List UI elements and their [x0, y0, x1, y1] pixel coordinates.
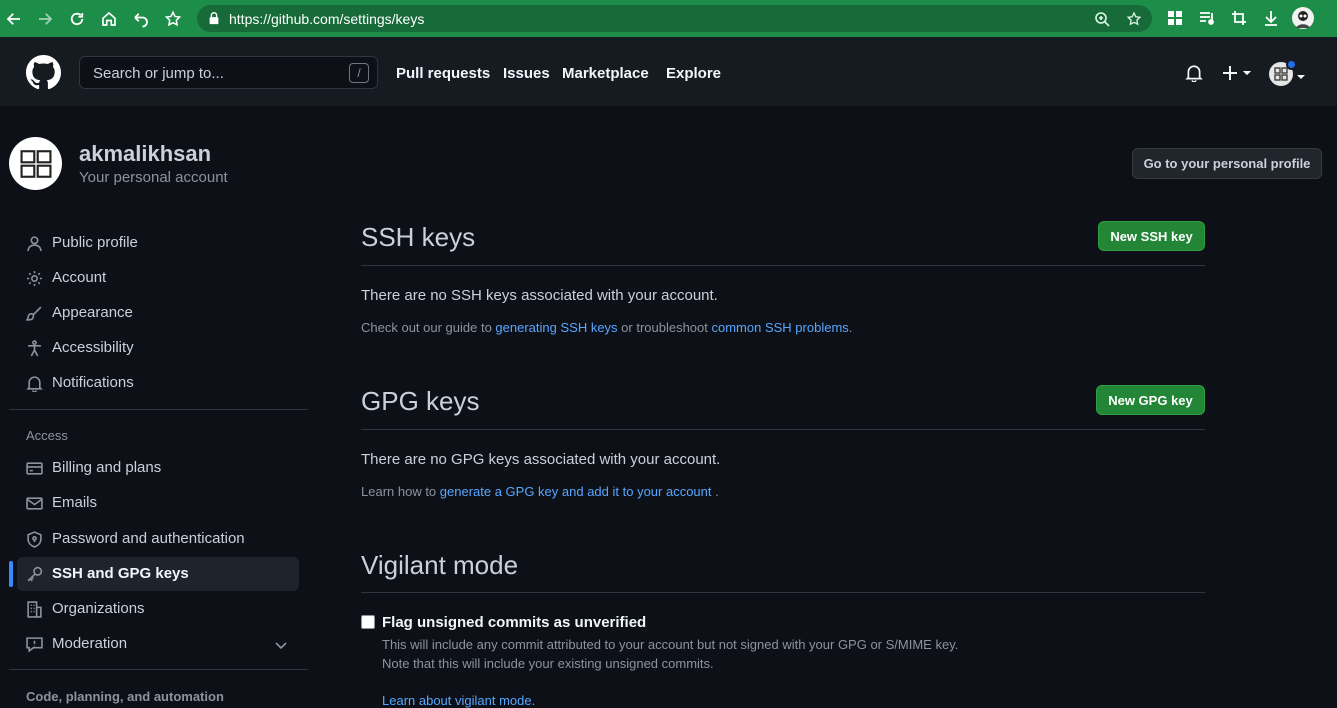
key-icon: [26, 566, 43, 583]
browser-toolbar: https://github.com/settings/keys: [0, 0, 1337, 37]
common-ssh-problems-link[interactable]: common SSH problems: [712, 320, 849, 335]
sidebar-item-moderation[interactable]: Moderation: [17, 627, 299, 661]
sidebar-item-organizations[interactable]: Organizations: [17, 592, 299, 626]
section-divider: [361, 429, 1205, 430]
sidebar-heading-access: Access: [26, 428, 68, 443]
sidebar-heading-code-planning: Code, planning, and automation: [26, 689, 224, 704]
go-to-profile-button[interactable]: Go to your personal profile: [1132, 148, 1322, 179]
active-indicator: [9, 561, 13, 587]
ssh-note-prefix: Check out our guide to: [361, 320, 496, 335]
create-new-icon[interactable]: [1222, 63, 1254, 83]
ssh-note-middle: or troubleshoot: [617, 320, 712, 335]
gpg-note-prefix: Learn how to: [361, 484, 440, 499]
download-icon[interactable]: [1263, 10, 1279, 26]
new-ssh-key-button[interactable]: New SSH key: [1098, 221, 1205, 251]
sidebar-divider: [9, 669, 308, 670]
report-icon: [26, 636, 43, 653]
generating-ssh-keys-link[interactable]: generating SSH keys: [495, 320, 617, 335]
url-text: https://github.com/settings/keys: [229, 11, 425, 27]
notifications-bell-icon[interactable]: [1185, 64, 1203, 83]
reload-icon[interactable]: [67, 9, 87, 29]
chevron-down-icon[interactable]: [273, 637, 289, 653]
gpg-guide-note: Learn how to generate a GPG key and add …: [361, 484, 719, 499]
vigilant-mode-title: Vigilant mode: [361, 550, 519, 580]
caret-down-icon[interactable]: [1296, 69, 1306, 79]
github-header: Search or jump to... / Pull requests Iss…: [0, 37, 1337, 106]
paintbrush-icon: [25, 305, 43, 322]
nav-issues[interactable]: Issues: [503, 65, 550, 82]
bookmark-star-icon[interactable]: [163, 9, 183, 29]
search-input[interactable]: Search or jump to... /: [79, 56, 378, 89]
flag-unsigned-checkbox[interactable]: [361, 615, 375, 629]
generate-gpg-key-link[interactable]: generate a GPG key and add it to your ac…: [440, 484, 712, 499]
search-shortcut-key: /: [349, 63, 369, 83]
section-divider: [361, 592, 1205, 593]
apps-icon[interactable]: [1167, 10, 1183, 26]
sidebar-item-public-profile[interactable]: Public profile: [17, 226, 299, 260]
lock-icon: [207, 11, 221, 25]
learn-vigilant-mode-link[interactable]: Learn about vigilant mode.: [382, 693, 535, 708]
github-logo-icon[interactable]: [26, 55, 61, 90]
home-icon[interactable]: [99, 9, 119, 29]
vigilant-learn-more: Learn about vigilant mode.: [382, 693, 535, 708]
sidebar-item-appearance[interactable]: Appearance: [17, 296, 299, 330]
address-bar[interactable]: https://github.com/settings/keys: [197, 5, 1152, 32]
vigilant-description-line2: Note that this will include your existin…: [382, 656, 714, 671]
shield-lock-icon: [26, 531, 43, 548]
section-divider: [361, 265, 1205, 266]
account-username: akmalikhsan: [79, 141, 212, 166]
zoom-icon[interactable]: [1094, 11, 1110, 27]
account-subtitle: Your personal account: [79, 169, 228, 186]
gpg-empty-message: There are no GPG keys associated with yo…: [361, 451, 721, 468]
nav-explore[interactable]: Explore: [666, 65, 721, 82]
nav-pull-requests[interactable]: Pull requests: [396, 65, 490, 82]
bell-icon: [26, 375, 43, 393]
gpg-note-suffix: .: [711, 484, 719, 499]
sidebar-item-password-authentication[interactable]: Password and authentication: [17, 522, 299, 556]
gpg-keys-title: GPG keys: [361, 386, 480, 416]
playlist-icon[interactable]: [1199, 10, 1215, 26]
ssh-guide-note: Check out our guide to generating SSH ke…: [361, 320, 852, 335]
accessibility-icon: [26, 340, 43, 357]
mail-icon: [26, 495, 43, 512]
flag-unsigned-label[interactable]: Flag unsigned commits as unverified: [382, 614, 646, 631]
sidebar-item-emails[interactable]: Emails: [17, 486, 299, 520]
undo-icon[interactable]: [131, 9, 151, 29]
sidebar-item-notifications[interactable]: Notifications: [17, 366, 299, 400]
organization-icon: [26, 601, 43, 618]
sidebar-item-account[interactable]: Account: [17, 261, 299, 295]
ssh-empty-message: There are no SSH keys associated with yo…: [361, 287, 718, 304]
sidebar-divider: [9, 409, 308, 410]
sidebar-item-accessibility[interactable]: Accessibility: [17, 331, 299, 365]
new-gpg-key-button[interactable]: New GPG key: [1096, 385, 1205, 415]
nav-marketplace[interactable]: Marketplace: [562, 65, 649, 82]
gear-icon: [26, 270, 43, 287]
sidebar-item-ssh-gpg-keys[interactable]: SSH and GPG keys: [17, 557, 299, 591]
ssh-note-suffix: .: [848, 320, 853, 335]
sidebar-item-billing[interactable]: Billing and plans: [17, 451, 299, 485]
account-avatar: [9, 137, 62, 190]
person-icon: [26, 235, 43, 252]
search-placeholder: Search or jump to...: [93, 65, 224, 82]
back-icon[interactable]: [4, 9, 24, 29]
star-icon[interactable]: [1126, 11, 1142, 27]
credit-card-icon: [26, 460, 43, 477]
vigilant-description-line1: This will include any commit attributed …: [382, 637, 959, 652]
forward-icon[interactable]: [35, 9, 55, 29]
browser-profile-avatar[interactable]: [1292, 7, 1314, 29]
crop-icon[interactable]: [1231, 10, 1247, 26]
ssh-keys-title: SSH keys: [361, 222, 476, 252]
